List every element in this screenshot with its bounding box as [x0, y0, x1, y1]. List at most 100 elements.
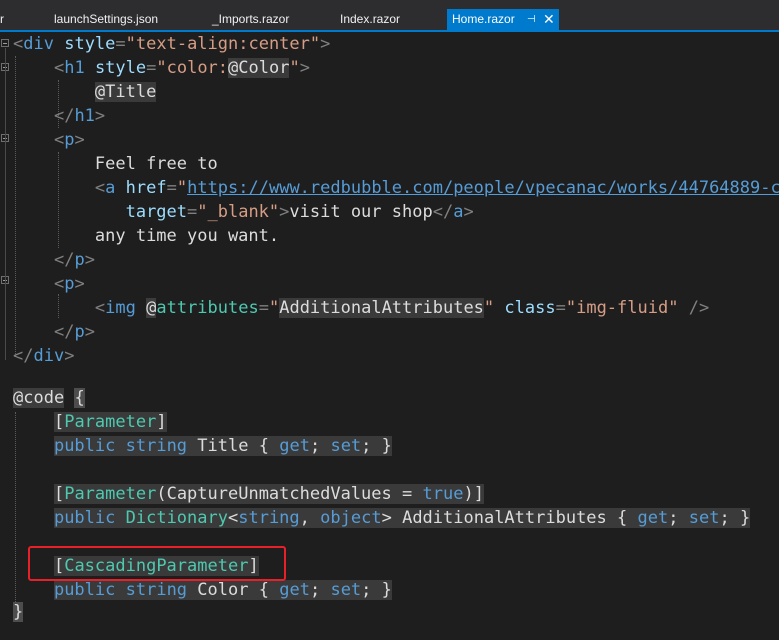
code-token: =: [146, 58, 157, 78]
code-token: <: [53, 58, 65, 78]
code-token: <: [94, 298, 106, 318]
code-token: "text-align:center": [125, 34, 321, 54]
tab-label: Index.razor: [340, 12, 401, 26]
code-token: =: [258, 298, 269, 318]
tab-imports[interactable]: _Imports.razor: [212, 9, 322, 30]
document-tab-strip: r launchSettings.json _Imports.razor Ind…: [0, 0, 779, 30]
code-line-13[interactable]: </p>: [13, 320, 95, 344]
code-line-11[interactable]: <p>: [13, 272, 85, 296]
code-line-2[interactable]: <h1 style="color:@Color">: [13, 56, 310, 80]
code-token: [Parameter]: [53, 412, 167, 432]
code-token: img: [105, 298, 136, 318]
code-token: get: [279, 436, 310, 456]
code-token: ": [483, 298, 495, 318]
fold-toggle-icon[interactable]: [1, 39, 9, 47]
code-line-12[interactable]: <img @attributes="AdditionalAttributes" …: [13, 296, 709, 320]
code-token: p: [74, 322, 85, 342]
code-token: AdditionalAttributes: [402, 508, 607, 528]
code-editor[interactable]: <div style="text-align:center"> < h1 styl…: [0, 32, 779, 640]
code-token: AdditionalAttributes: [279, 298, 484, 318]
code-token: >: [84, 250, 95, 270]
code-token: @code: [13, 388, 65, 408]
code-token: Title: [197, 436, 249, 456]
code-token: style: [64, 34, 116, 54]
code-token: string: [238, 508, 300, 528]
code-token: >: [74, 130, 85, 150]
code-line-17[interactable]: public string Title { get; set; }: [13, 434, 392, 458]
code-token: true: [422, 484, 464, 504]
pin-icon[interactable]: ⊣: [527, 9, 536, 30]
code-token: h1: [74, 106, 95, 126]
code-line-6[interactable]: Feel free to: [13, 152, 218, 176]
code-token: p: [64, 274, 75, 294]
code-line-19[interactable]: public Dictionary<string, object> Additi…: [13, 506, 751, 530]
code-token: <: [13, 34, 24, 54]
code-token: Color: [238, 58, 290, 78]
code-token: Feel free to: [94, 154, 218, 174]
code-token: public: [53, 436, 116, 456]
code-token: ": [176, 178, 188, 198]
tab-partial[interactable]: r: [0, 9, 14, 30]
code-token: CaptureUnmatchedValues: [166, 484, 392, 504]
code-token: object: [320, 508, 382, 528]
code-token: </: [53, 322, 75, 342]
code-line-10[interactable]: </p>: [13, 248, 95, 272]
code-token: "img-fluid": [565, 298, 679, 318]
code-token: @: [228, 58, 239, 78]
code-line-8[interactable]: target="_blank">visit our shop</a>: [13, 200, 474, 224]
code-line-4[interactable]: </h1>: [13, 104, 105, 128]
code-token: set: [688, 508, 720, 528]
tab-index[interactable]: Index.razor: [340, 9, 440, 30]
code-token: public: [53, 508, 116, 528]
code-token: >: [74, 274, 85, 294]
tab-home[interactable]: Home.razor ⊣ ✕: [447, 9, 559, 30]
code-token: "color:: [156, 58, 229, 78]
code-token: >: [279, 202, 290, 222]
code-line-16[interactable]: [Parameter]: [13, 410, 167, 434]
code-line-22[interactable]: }: [13, 600, 24, 624]
code-token: target: [125, 202, 188, 222]
code-token: Dictionary: [125, 508, 228, 528]
code-line-3[interactable]: @Title: [13, 80, 157, 104]
code-line-5[interactable]: <p>: [13, 128, 85, 152]
code-token: set: [330, 436, 362, 456]
tab-launchsettings[interactable]: launchSettings.json: [54, 9, 194, 30]
code-token: ;: [361, 436, 372, 456]
code-token: ,: [299, 508, 310, 528]
code-token: [: [53, 412, 65, 432]
url-link: https://www.redbubble.com/people/vpecana…: [187, 178, 779, 198]
code-token: div: [33, 346, 65, 366]
code-token: >: [94, 106, 106, 126]
code-token: </: [432, 202, 454, 222]
code-line-7[interactable]: <a href="https://www.redbubble.com/peopl…: [13, 176, 779, 200]
code-token: >: [463, 202, 474, 222]
code-token: ": [289, 58, 300, 78]
code-token: class: [504, 298, 556, 318]
code-token: public string Color { get; set; }: [53, 580, 392, 600]
code-token: }: [381, 436, 392, 456]
code-line-21[interactable]: public string Color { get; set; }: [13, 578, 392, 602]
code-token: =: [187, 202, 198, 222]
code-token: >: [64, 346, 75, 366]
code-token: </: [53, 106, 75, 126]
annotation-highlight-box: [28, 546, 286, 581]
code-token: a: [453, 202, 464, 222]
code-token: ): [463, 484, 474, 504]
code-line-18[interactable]: [Parameter(CaptureUnmatchedValues = true…: [13, 482, 484, 506]
code-line-14[interactable]: </div>: [13, 344, 74, 368]
code-line-15[interactable]: @code {: [13, 386, 85, 410]
code-token: [Parameter(CaptureUnmatchedValues = true…: [53, 484, 484, 504]
code-token: Color: [197, 580, 249, 600]
code-line-1[interactable]: <div style="text-align:center">: [13, 32, 330, 56]
close-icon[interactable]: ✕: [543, 9, 555, 30]
code-token: p: [64, 130, 75, 150]
code-token: >: [84, 322, 95, 342]
code-token: public string Title { get; set; }: [53, 436, 392, 456]
code-token: {: [74, 388, 85, 408]
code-token: <: [53, 274, 65, 294]
code-token: }: [739, 508, 751, 528]
code-token: {: [258, 580, 269, 600]
tab-label: launchSettings.json: [54, 12, 159, 26]
code-token: <: [227, 508, 239, 528]
code-line-9[interactable]: any time you want.: [13, 224, 279, 248]
